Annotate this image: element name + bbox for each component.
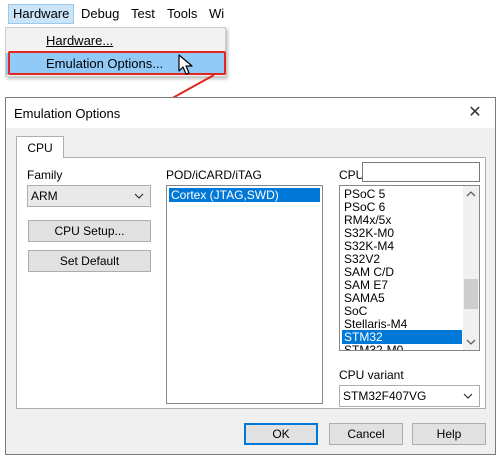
scroll-down-icon[interactable] bbox=[463, 334, 479, 350]
family-label: Family bbox=[27, 168, 63, 182]
cpu-label: CPU bbox=[339, 168, 365, 182]
list-item[interactable]: SAM C/D bbox=[342, 265, 462, 279]
menu-item-hardware[interactable]: Hardware... bbox=[6, 30, 225, 52]
list-item[interactable]: Stellaris-M4 bbox=[342, 317, 462, 331]
pod-label: POD/iCARD/iTAG bbox=[166, 168, 262, 182]
mouse-cursor-icon bbox=[178, 54, 193, 75]
cpu-tab-panel: Family ARM CPU Setup... Set Default POD/… bbox=[16, 157, 486, 409]
menu-window[interactable]: Wi bbox=[204, 4, 229, 24]
cpu-setup-button[interactable]: CPU Setup... bbox=[28, 220, 151, 242]
list-item[interactable]: PSoC 6 bbox=[342, 200, 462, 214]
menu-item-hardware-label: Hardware... bbox=[46, 33, 114, 48]
chevron-down-icon bbox=[463, 393, 473, 399]
list-item[interactable]: STM32-M0 bbox=[342, 343, 462, 350]
cpu-filter-input[interactable] bbox=[362, 162, 480, 182]
list-item[interactable]: SAM E7 bbox=[342, 278, 462, 292]
menu-hardware[interactable]: Hardware bbox=[8, 4, 75, 24]
family-select[interactable]: ARM bbox=[27, 185, 151, 207]
list-item[interactable]: SoC bbox=[342, 304, 462, 318]
family-select-value: ARM bbox=[31, 189, 58, 203]
menu-debug[interactable]: Debug bbox=[76, 4, 124, 24]
close-icon[interactable]: ✕ bbox=[464, 103, 486, 123]
cancel-button[interactable]: Cancel bbox=[329, 423, 403, 445]
scroll-up-icon[interactable] bbox=[463, 186, 479, 202]
help-button[interactable]: Help bbox=[412, 423, 486, 445]
cpu-variant-value: STM32F407VG bbox=[343, 389, 427, 403]
menu-tools[interactable]: Tools bbox=[162, 4, 202, 24]
list-item[interactable]: SAMA5 bbox=[342, 291, 462, 305]
scroll-thumb[interactable] bbox=[464, 279, 478, 309]
list-item[interactable]: S32V2 bbox=[342, 252, 462, 266]
pod-listbox[interactable]: Cortex (JTAG,SWD) bbox=[166, 185, 323, 404]
cpu-variant-label: CPU variant bbox=[339, 368, 404, 382]
tab-cpu[interactable]: CPU bbox=[16, 136, 64, 158]
list-item[interactable]: Cortex (JTAG,SWD) bbox=[169, 188, 320, 202]
cpu-list-scrollbar[interactable] bbox=[463, 186, 479, 350]
chevron-down-icon bbox=[134, 193, 144, 199]
list-item[interactable]: RM4x/5x bbox=[342, 213, 462, 227]
cpu-listbox[interactable]: PSoC 5 PSoC 6 RM4x/5x S32K-M0 S32K-M4 S3… bbox=[339, 185, 480, 351]
dialog-title: Emulation Options bbox=[14, 106, 121, 121]
list-item[interactable]: S32K-M0 bbox=[342, 226, 462, 240]
list-item-selected[interactable]: STM32 bbox=[342, 330, 462, 344]
dialog-titlebar: Emulation Options ✕ bbox=[6, 98, 495, 128]
emulation-options-dialog: Emulation Options ✕ CPU Family ARM CPU S… bbox=[5, 97, 496, 455]
menu-test[interactable]: Test bbox=[126, 4, 160, 24]
list-item[interactable]: PSoC 5 bbox=[342, 187, 462, 201]
set-default-button[interactable]: Set Default bbox=[28, 250, 151, 272]
list-item[interactable]: S32K-M4 bbox=[342, 239, 462, 253]
ok-button[interactable]: OK bbox=[244, 423, 318, 445]
menu-bar: Hardware Debug Test Tools Wi bbox=[0, 0, 226, 28]
cpu-variant-select[interactable]: STM32F407VG bbox=[339, 385, 480, 407]
